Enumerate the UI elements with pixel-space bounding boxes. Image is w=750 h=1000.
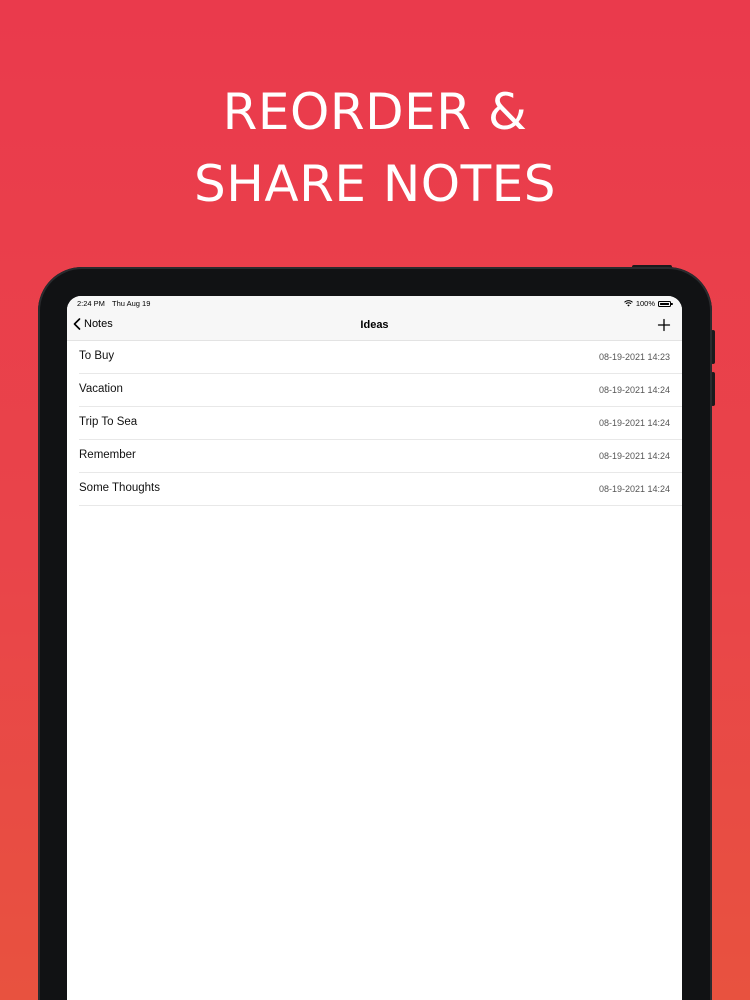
notes-list: To Buy 08-19-2021 14:23 Vacation 08-19-2… bbox=[67, 341, 682, 506]
list-item[interactable]: To Buy 08-19-2021 14:23 bbox=[79, 341, 682, 374]
wifi-icon bbox=[623, 300, 633, 307]
add-note-button[interactable] bbox=[656, 317, 672, 333]
note-date: 08-19-2021 14:23 bbox=[598, 352, 670, 362]
headline-line-2: SHARE NOTES bbox=[194, 155, 556, 213]
note-title: Trip To Sea bbox=[79, 416, 138, 428]
headline-line-1: REORDER & bbox=[222, 83, 528, 141]
list-item[interactable]: Some Thoughts 08-19-2021 14:24 bbox=[79, 473, 682, 506]
note-date: 08-19-2021 14:24 bbox=[598, 484, 670, 494]
list-item[interactable]: Vacation 08-19-2021 14:24 bbox=[79, 374, 682, 407]
battery-percent: 100% bbox=[635, 299, 655, 308]
status-indicators: 100% bbox=[623, 299, 673, 308]
promo-headline: REORDER & SHARE NOTES bbox=[0, 76, 750, 220]
tablet-screen: 2:24 PM Thu Aug 19 100% Notes Ideas To B… bbox=[67, 296, 682, 1000]
battery-icon bbox=[658, 300, 673, 307]
note-date: 08-19-2021 14:24 bbox=[598, 451, 670, 461]
note-title: Vacation bbox=[79, 383, 123, 395]
list-item[interactable]: Remember 08-19-2021 14:24 bbox=[79, 440, 682, 473]
list-item[interactable]: Trip To Sea 08-19-2021 14:24 bbox=[79, 407, 682, 440]
note-title: Some Thoughts bbox=[79, 482, 160, 494]
note-title: To Buy bbox=[79, 350, 115, 362]
note-title: Remember bbox=[79, 449, 136, 461]
status-bar: 2:24 PM Thu Aug 19 100% bbox=[67, 296, 682, 310]
note-date: 08-19-2021 14:24 bbox=[598, 385, 670, 395]
status-time: 2:24 PM bbox=[77, 299, 105, 308]
note-date: 08-19-2021 14:24 bbox=[598, 418, 670, 428]
plus-icon bbox=[657, 318, 671, 332]
status-date: Thu Aug 19 bbox=[112, 299, 151, 308]
page-title: Ideas bbox=[360, 319, 389, 331]
navigation-bar: Notes Ideas bbox=[67, 310, 682, 341]
